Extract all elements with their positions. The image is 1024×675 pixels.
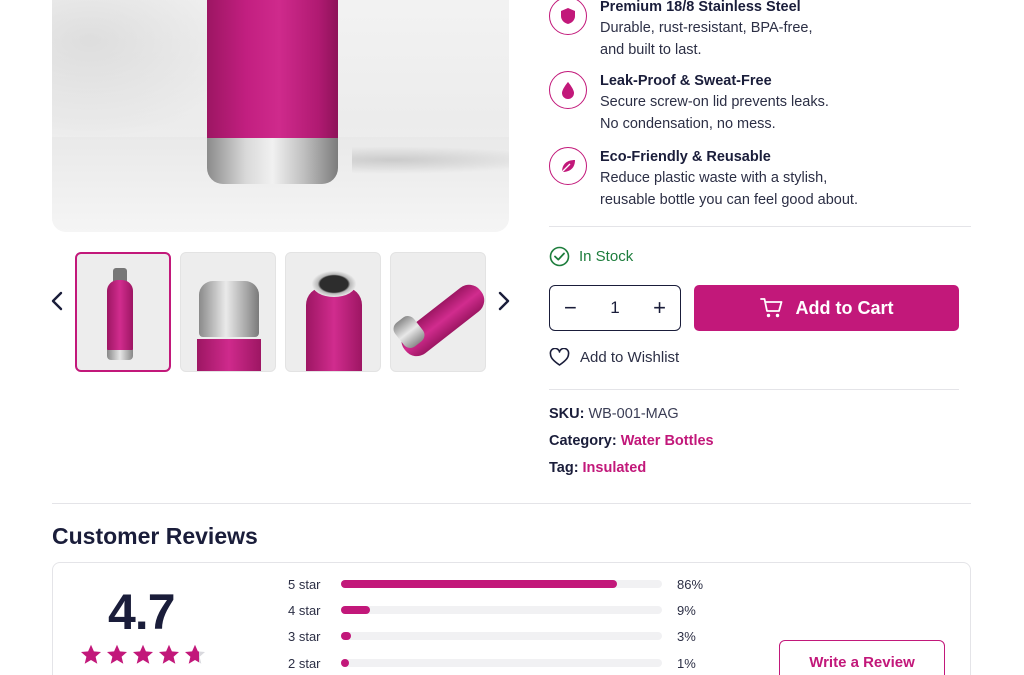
rating-bar-fill bbox=[341, 659, 350, 667]
bottle-body bbox=[207, 0, 338, 140]
quantity-decrease-button[interactable]: − bbox=[564, 297, 577, 319]
quantity-stepper: − 1 + bbox=[549, 285, 681, 331]
check-circle-icon bbox=[549, 246, 570, 267]
rating-bar bbox=[341, 580, 662, 588]
rating-bar-fill bbox=[341, 632, 351, 640]
feature-title: Eco-Friendly & Reusable bbox=[600, 149, 771, 165]
thumbnail-3[interactable] bbox=[285, 252, 381, 372]
rating-label: 3 star bbox=[288, 628, 321, 644]
add-to-cart-button[interactable]: Add to Cart bbox=[694, 285, 959, 331]
rating-label: 2 star bbox=[288, 655, 321, 671]
star-icon bbox=[133, 644, 153, 664]
feature-title: Leak-Proof & Sweat-Free bbox=[600, 73, 772, 89]
rating-row-5: 5 star 86% bbox=[288, 575, 703, 593]
sku-row: SKU: WB-001-MAG bbox=[549, 404, 679, 424]
tag-key: Tag: bbox=[549, 460, 579, 476]
rating-row-4: 4 star 9% bbox=[288, 601, 696, 619]
product-main-image[interactable] bbox=[52, 0, 509, 232]
section-divider bbox=[52, 503, 971, 504]
write-review-button[interactable]: Write a Review bbox=[779, 640, 945, 675]
thumbnail-1[interactable] bbox=[75, 252, 171, 372]
stock-status: In Stock bbox=[549, 246, 633, 267]
divider bbox=[549, 226, 971, 227]
rating-percent: 3% bbox=[677, 628, 696, 644]
star-icon bbox=[159, 644, 179, 664]
average-rating: 4.7 bbox=[108, 584, 176, 640]
rating-bar bbox=[341, 606, 662, 614]
rating-stars bbox=[79, 643, 207, 665]
thumbnail-2[interactable] bbox=[180, 252, 276, 372]
rating-bar bbox=[341, 632, 662, 640]
star-icon bbox=[81, 644, 101, 664]
bottle-shadow bbox=[352, 146, 509, 174]
cart-icon bbox=[759, 298, 782, 318]
shield-icon bbox=[549, 0, 587, 35]
stock-label: In Stock bbox=[579, 248, 634, 265]
rating-row-3: 3 star 3% bbox=[288, 627, 696, 645]
droplet-icon bbox=[549, 71, 587, 109]
add-to-wishlist-button[interactable]: Add to Wishlist bbox=[549, 348, 679, 367]
wishlist-label: Add to Wishlist bbox=[580, 349, 680, 366]
leaf-icon bbox=[549, 147, 587, 185]
star-icon bbox=[185, 644, 205, 664]
feature-desc-line1: Secure screw-on lid prevents leaks. bbox=[600, 94, 829, 110]
feature-desc-line1: Reduce plastic waste with a stylish, bbox=[600, 170, 828, 186]
feature-desc-line2: No condensation, no mess. bbox=[600, 116, 776, 132]
quantity-increase-button[interactable]: + bbox=[653, 297, 666, 319]
divider bbox=[549, 389, 959, 390]
feature-title: Premium 18/8 Stainless Steel bbox=[600, 0, 801, 15]
add-to-cart-label: Add to Cart bbox=[795, 297, 894, 318]
rating-bar-fill bbox=[341, 580, 618, 588]
bottle-base bbox=[207, 138, 338, 184]
category-link[interactable]: Water Bottles bbox=[621, 433, 714, 449]
tag-link[interactable]: Insulated bbox=[583, 460, 647, 476]
feature-steel: Premium 18/8 Stainless Steel Durable, ru… bbox=[549, 0, 812, 61]
thumbnail-strip bbox=[75, 252, 486, 372]
chevron-left-icon bbox=[51, 291, 63, 311]
chevron-right-icon bbox=[498, 291, 510, 311]
tag-row: Tag: Insulated bbox=[549, 458, 646, 478]
feature-desc-line2: and built to last. bbox=[600, 42, 702, 58]
rating-percent: 9% bbox=[677, 602, 696, 618]
rating-percent: 86% bbox=[677, 576, 704, 592]
rating-label: 4 star bbox=[288, 602, 321, 618]
rating-bar-fill bbox=[341, 606, 370, 614]
sku-key: SKU: bbox=[549, 406, 585, 422]
feature-desc-line1: Durable, rust-resistant, BPA-free, bbox=[600, 20, 813, 36]
heart-icon bbox=[549, 348, 570, 366]
reviews-heading: Customer Reviews bbox=[52, 523, 258, 549]
thumbnail-prev-button[interactable] bbox=[49, 290, 65, 318]
rating-row-2: 2 star 1% bbox=[288, 654, 696, 672]
feature-desc-line2: reusable bottle you can feel good about. bbox=[600, 192, 858, 208]
feature-eco: Eco-Friendly & Reusable Reduce plastic w… bbox=[549, 147, 858, 211]
category-row: Category: Water Bottles bbox=[549, 431, 714, 451]
feature-leakproof: Leak-Proof & Sweat-Free Secure screw-on … bbox=[549, 71, 829, 135]
category-key: Category: bbox=[549, 433, 617, 449]
thumbnail-4[interactable] bbox=[390, 252, 486, 372]
rating-bar bbox=[341, 659, 662, 667]
quantity-value[interactable]: 1 bbox=[610, 298, 619, 318]
rating-label: 5 star bbox=[288, 576, 321, 592]
sku-value: WB-001-MAG bbox=[588, 406, 679, 422]
thumbnail-next-button[interactable] bbox=[496, 290, 512, 318]
rating-percent: 1% bbox=[677, 655, 696, 671]
star-icon bbox=[107, 644, 127, 664]
